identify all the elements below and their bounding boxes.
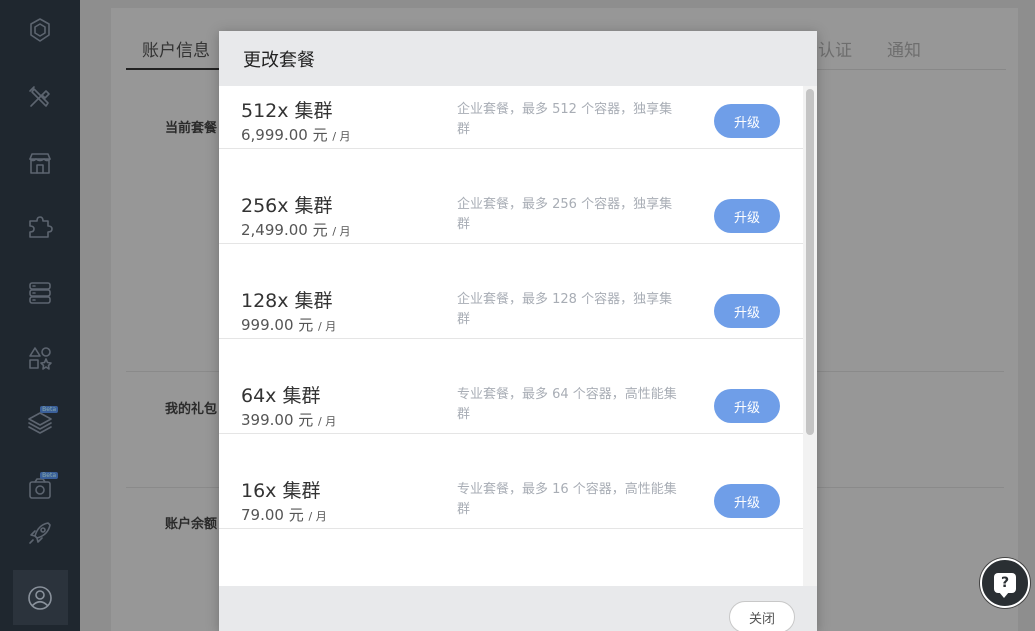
- upgrade-button[interactable]: 升级: [714, 389, 780, 423]
- modal-header: 更改套餐: [219, 31, 817, 86]
- plan-name: 512x 集群: [241, 100, 333, 122]
- modal-footer: 关闭: [219, 586, 817, 631]
- plan-row: 128x 集群 999.00 元 / 月 企业套餐，最多 128 个容器，独享集…: [219, 244, 803, 339]
- upgrade-button[interactable]: 升级: [714, 199, 780, 233]
- plan-description: 专业套餐，最多 64 个容器，高性能集群: [457, 387, 677, 422]
- tools-icon[interactable]: [20, 77, 60, 117]
- plan-price: 2,499.00 元 / 月: [241, 221, 351, 239]
- plan-price: 999.00 元 / 月: [241, 316, 337, 334]
- beta-badge: Beta: [40, 472, 58, 479]
- plan-row: 512x 集群 6,999.00 元 / 月 企业套餐，最多 512 个容器，独…: [219, 86, 803, 149]
- plan-price: 6,999.00 元 / 月: [241, 126, 351, 144]
- section-account-balance: 账户余额: [165, 517, 218, 532]
- plan-price: 399.00 元 / 月: [241, 411, 337, 429]
- plan-name: 128x 集群: [241, 290, 333, 312]
- tab-verification[interactable]: 认证: [818, 36, 852, 61]
- plan-list[interactable]: 512x 集群 6,999.00 元 / 月 企业套餐，最多 512 个容器，独…: [219, 86, 817, 586]
- help-glyph: ?: [994, 573, 1016, 598]
- camera-icon[interactable]: Beta: [20, 468, 60, 508]
- scrollbar-thumb[interactable]: [806, 89, 814, 435]
- plan-description: 企业套餐，最多 256 个容器，独享集群: [457, 197, 673, 232]
- tab-account-info[interactable]: 账户信息: [142, 36, 210, 61]
- help-bubble-icon[interactable]: ?: [980, 558, 1030, 608]
- store-icon[interactable]: [20, 143, 60, 183]
- plan-name: 16x 集群: [241, 480, 321, 502]
- rocket-icon[interactable]: [20, 513, 60, 553]
- tab-notifications[interactable]: 通知: [887, 36, 921, 61]
- shapes-icon[interactable]: [20, 338, 60, 378]
- scrollbar[interactable]: [803, 86, 817, 586]
- plan-row: 256x 集群 2,499.00 元 / 月 企业套餐，最多 256 个容器，独…: [219, 149, 803, 244]
- upgrade-button[interactable]: 升级: [714, 104, 780, 138]
- plan-row: 16x 集群 79.00 元 / 月 专业套餐，最多 16 个容器，高性能集群 …: [219, 434, 803, 529]
- plan-price: 79.00 元 / 月: [241, 506, 327, 524]
- modal-title: 更改套餐: [243, 49, 315, 71]
- plan-description: 企业套餐，最多 128 个容器，独享集群: [457, 292, 673, 327]
- plan-row: 64x 集群 399.00 元 / 月 专业套餐，最多 64 个容器，高性能集群…: [219, 339, 803, 434]
- plan-name: 256x 集群: [241, 195, 333, 217]
- upgrade-button[interactable]: 升级: [714, 484, 780, 518]
- plan-description: 专业套餐，最多 16 个容器，高性能集群: [457, 482, 677, 517]
- sidebar: Beta Beta: [0, 0, 80, 631]
- user-icon[interactable]: [20, 578, 60, 618]
- close-button[interactable]: 关闭: [729, 601, 795, 631]
- tab-underline: [126, 68, 222, 70]
- beta-badge: Beta: [40, 406, 58, 413]
- change-plan-modal: 更改套餐 512x 集群 6,999.00 元 / 月 企业套餐，最多 512 …: [219, 31, 817, 631]
- plan-description: 企业套餐，最多 512 个容器，独享集群: [457, 102, 673, 137]
- plan-name: 64x 集群: [241, 385, 321, 407]
- layers-icon[interactable]: Beta: [20, 402, 60, 442]
- puzzle-icon[interactable]: [20, 207, 60, 247]
- section-current-plan: 当前套餐: [165, 121, 218, 136]
- logo-icon[interactable]: [20, 10, 60, 50]
- section-my-packages: 我的礼包: [165, 402, 218, 417]
- upgrade-button[interactable]: 升级: [714, 294, 780, 328]
- server-icon[interactable]: [20, 273, 60, 313]
